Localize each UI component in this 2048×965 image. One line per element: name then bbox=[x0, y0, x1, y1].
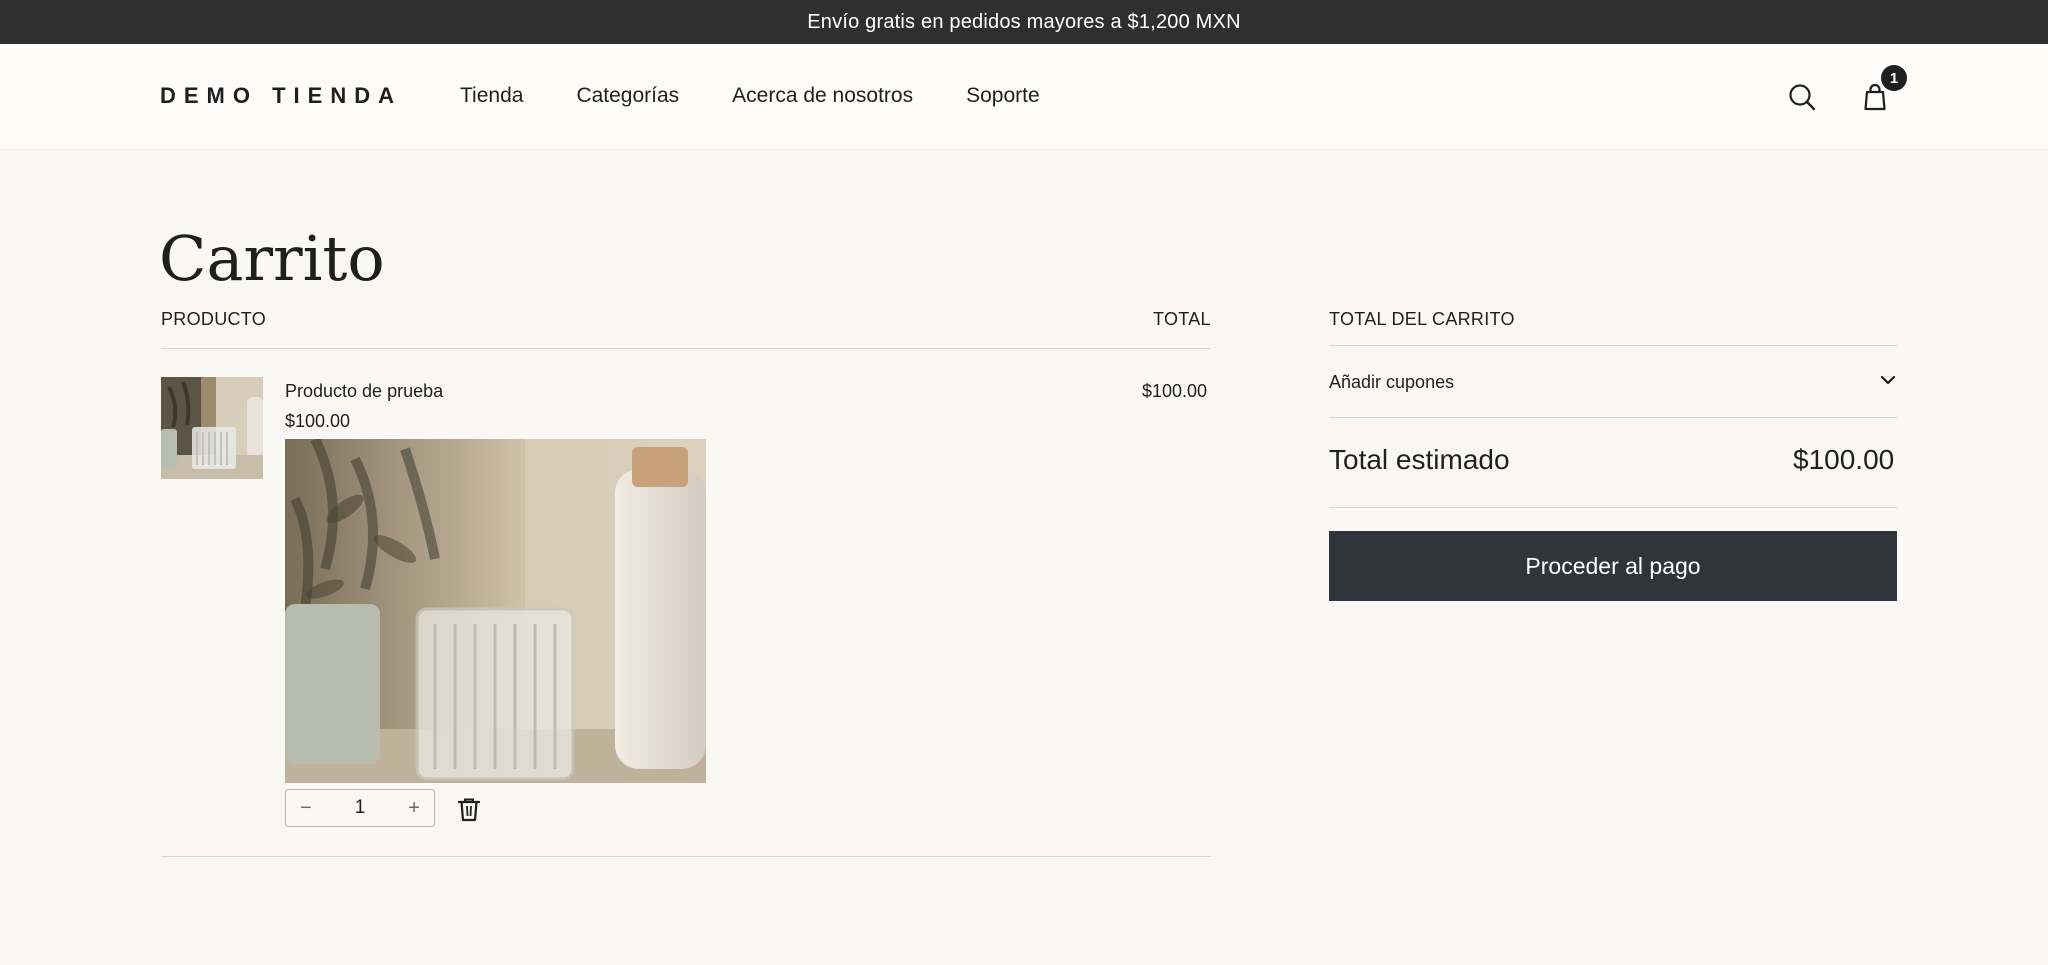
cart-count-badge: 1 bbox=[1881, 65, 1907, 91]
decrease-quantity-button[interactable]: − bbox=[300, 797, 312, 820]
increase-quantity-button[interactable]: + bbox=[408, 797, 420, 820]
add-coupons-label: Añadir cupones bbox=[1329, 371, 1455, 392]
main-nav: Tienda Categorías Acerca de nosotros Sop… bbox=[460, 84, 1093, 108]
add-coupons-toggle[interactable]: Añadir cupones bbox=[1329, 347, 1897, 417]
quantity-stepper: − 1 + bbox=[285, 789, 435, 827]
total-column-header: TOTAL bbox=[1153, 309, 1211, 329]
nav-link-categorias[interactable]: Categorías bbox=[576, 84, 679, 108]
page-title: Carrito bbox=[159, 222, 385, 295]
quantity-input[interactable]: 1 bbox=[355, 797, 366, 819]
announcement-bar: Envío gratis en pedidos mayores a $1,200… bbox=[0, 0, 2048, 44]
nav-link-acerca[interactable]: Acerca de nosotros bbox=[732, 84, 913, 108]
estimated-total-label: Total estimado bbox=[1329, 444, 1510, 475]
search-icon[interactable] bbox=[1787, 82, 1817, 112]
chevron-down-icon bbox=[1879, 371, 1897, 394]
divider bbox=[1329, 417, 1897, 418]
item-name[interactable]: Producto de prueba bbox=[285, 381, 443, 402]
divider bbox=[1329, 507, 1897, 508]
item-unit-price: $100.00 bbox=[285, 411, 351, 431]
divider bbox=[1329, 345, 1897, 346]
product-column-header: PRODUCTO bbox=[161, 309, 267, 329]
announcement-text: Envío gratis en pedidos mayores a $1,200… bbox=[807, 10, 1241, 33]
proceed-to-checkout-button[interactable]: Proceder al pago bbox=[1329, 531, 1897, 601]
trash-icon[interactable] bbox=[455, 795, 483, 823]
item-line-total: $100.00 bbox=[1142, 381, 1208, 401]
product-image bbox=[285, 439, 706, 783]
divider bbox=[161, 348, 1211, 349]
store-logo[interactable]: DEMO TIENDA bbox=[160, 83, 402, 109]
product-thumbnail[interactable] bbox=[161, 377, 263, 479]
site-header: DEMO TIENDA Tienda Categorías Acerca de … bbox=[0, 44, 2048, 150]
divider bbox=[161, 856, 1211, 857]
cart-totals-heading: TOTAL DEL CARRITO bbox=[1329, 309, 1515, 329]
estimated-total-value: $100.00 bbox=[1793, 444, 1895, 475]
nav-link-tienda[interactable]: Tienda bbox=[460, 84, 523, 108]
nav-link-soporte[interactable]: Soporte bbox=[966, 84, 1040, 108]
